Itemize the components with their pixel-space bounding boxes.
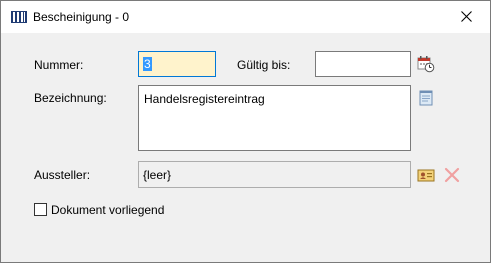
bezeichnung-value: Handelsregistereintrag — [144, 92, 265, 106]
gueltig-bis-input[interactable] — [315, 51, 411, 77]
title-bar[interactable]: Bescheinigung - 0 — [1, 1, 490, 33]
nummer-value: 3 — [143, 57, 152, 71]
calendar-clock-icon[interactable] — [417, 55, 435, 73]
library-books-icon — [11, 11, 27, 23]
bezeichnung-label: Bezeichnung: — [34, 91, 107, 105]
gueltig-bis-label: Gültig bis: — [237, 58, 291, 72]
bezeichnung-textarea[interactable]: Handelsregistereintrag — [138, 85, 411, 151]
dokument-vorliegend-checkbox[interactable] — [34, 203, 47, 216]
dialog-window: Bescheinigung - 0 Nummer: 3 Gültig bis: — [0, 0, 491, 263]
close-icon — [461, 11, 472, 22]
aussteller-label: Aussteller: — [34, 168, 91, 182]
close-button[interactable] — [444, 1, 490, 32]
notepad-icon[interactable] — [417, 89, 435, 107]
aussteller-value: {leer} — [143, 167, 172, 182]
nummer-input[interactable]: 3 — [138, 51, 216, 77]
nummer-label: Nummer: — [34, 58, 84, 72]
address-card-icon[interactable] — [417, 166, 435, 184]
aussteller-field: {leer} — [138, 161, 411, 188]
dokument-vorliegend-label[interactable]: Dokument vorliegend — [51, 203, 164, 217]
window-title: Bescheinigung - 0 — [33, 10, 130, 24]
clear-x-icon[interactable] — [443, 166, 461, 184]
